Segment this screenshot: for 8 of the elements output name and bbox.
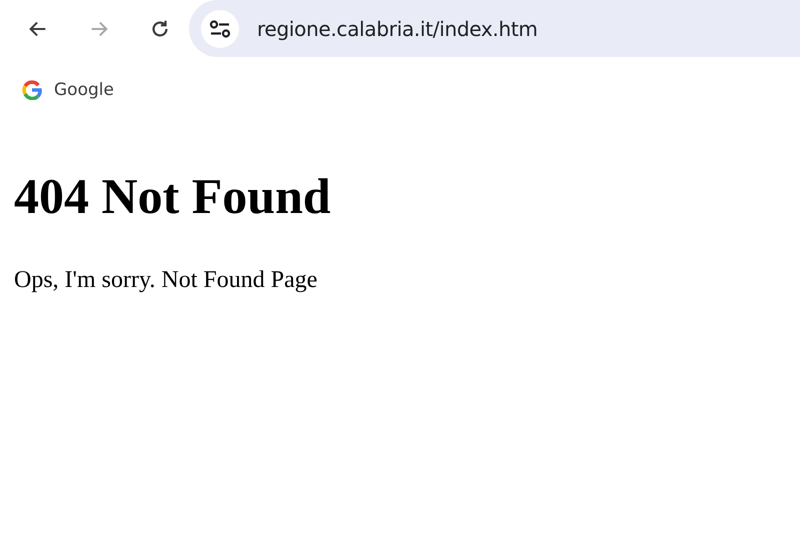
- g-logo-icon: [22, 80, 42, 100]
- error-message: Ops, I'm sorry. Not Found Page: [14, 267, 318, 294]
- bookmark[interactable]: Google: [22, 80, 114, 100]
- url-text: regione.calabria.it/index.htm: [257, 16, 538, 40]
- tune-icon: [209, 20, 231, 38]
- page-heading: 404 Not Found: [14, 167, 332, 225]
- site-settings-button[interactable]: [201, 10, 239, 48]
- address-bar[interactable]: regione.calabria.it/index.htm: [189, 0, 800, 57]
